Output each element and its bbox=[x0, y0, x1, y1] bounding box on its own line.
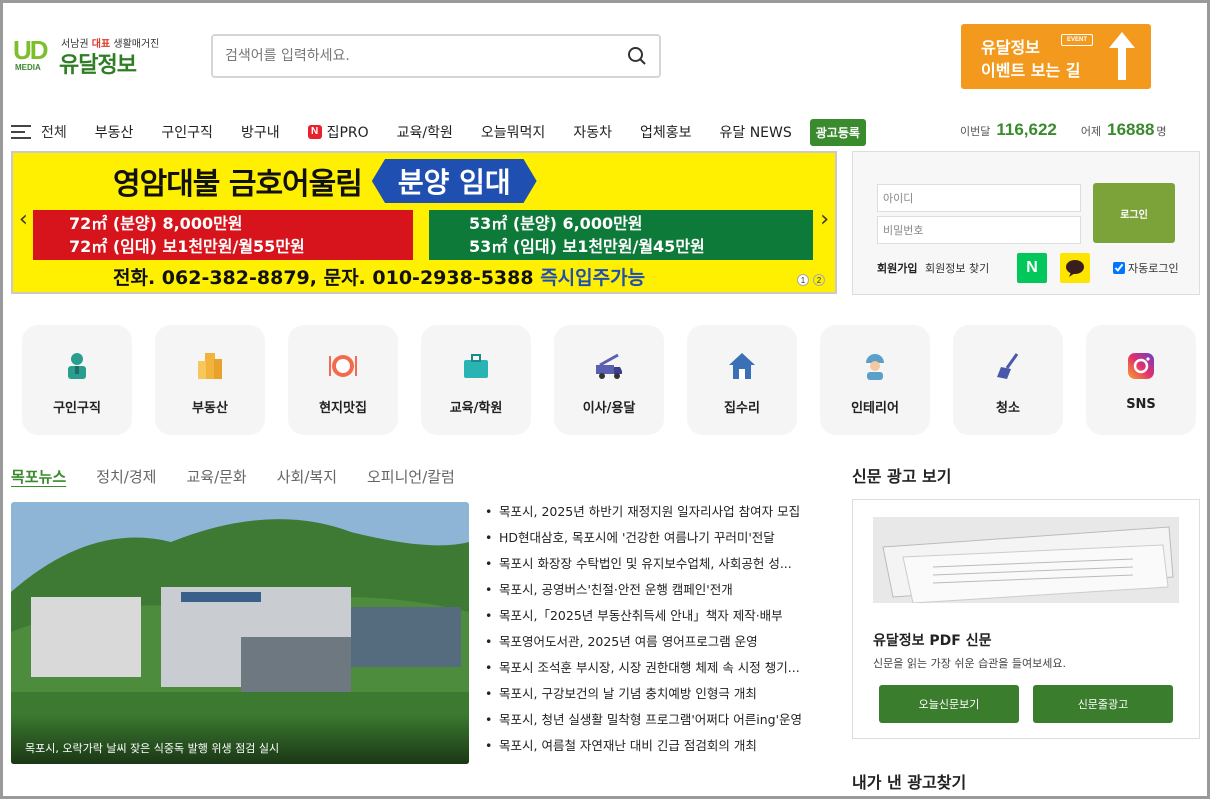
news-item[interactable]: 목포시, 2025년 하반기 재정지원 일자리사업 참여자 모집 bbox=[485, 502, 825, 528]
find-account-link[interactable]: 회원정보 찾기 bbox=[925, 260, 989, 276]
news-item[interactable]: 목포시, 여름철 자연재난 대비 긴급 점검회의 개최 bbox=[485, 736, 825, 762]
news-list: 목포시, 2025년 하반기 재정지원 일자리사업 참여자 모집 HD현대삼호,… bbox=[485, 502, 825, 762]
banner-green-box: 53㎡ (분양) 6,000만원 53㎡ (임대) 보1천만원/월45만원 bbox=[429, 210, 813, 260]
logo-mark: UD bbox=[13, 35, 49, 65]
category-jobs[interactable]: 구인구직 bbox=[22, 325, 132, 435]
news-item[interactable]: 목포시, 구강보건의 날 기념 충치예방 인형극 개최 bbox=[485, 684, 825, 710]
news-featured-photo[interactable]: 목포시, 오락가락 날씨 잦은 식중독 발행 위생 점검 실시 bbox=[11, 502, 469, 764]
nav-item-news[interactable]: 유달 NEWS bbox=[719, 122, 791, 142]
nav-item-business[interactable]: 업체홍보 bbox=[640, 122, 692, 142]
newspaper-image bbox=[873, 517, 1179, 603]
newspaper-box: 유달정보 PDF 신문 신문을 읽는 가장 쉬운 습관을 들여보세요. 오늘신문… bbox=[852, 499, 1200, 739]
news-item[interactable]: 목포시 조석훈 부시장, 시장 권한대행 체제 속 시정 챙기... bbox=[485, 658, 825, 684]
nav-item-food[interactable]: 오늘뭐먹지 bbox=[481, 122, 545, 142]
broom-icon bbox=[997, 353, 1019, 379]
tab-politics[interactable]: 정치/경제 bbox=[96, 466, 156, 487]
newspaper-heading: 유달정보 PDF 신문 bbox=[873, 633, 992, 649]
event-banner[interactable]: 유달정보 EVENT 이벤트 보는 길 bbox=[961, 24, 1151, 89]
kakao-login-icon[interactable] bbox=[1060, 253, 1090, 283]
category-cleaning[interactable]: 청소 bbox=[953, 325, 1063, 435]
banner-next-icon[interactable]: › bbox=[820, 207, 829, 232]
tab-opinion[interactable]: 오피니언/칼럼 bbox=[367, 466, 455, 487]
dish-icon bbox=[329, 355, 357, 377]
ad-register-button[interactable]: 광고등록 bbox=[809, 118, 866, 146]
news-tabs: 목포뉴스 정치/경제 교육/문화 사회/복지 오피니언/칼럼 bbox=[11, 466, 455, 487]
banner-red-box: 72㎡ (분양) 8,000만원 72㎡ (임대) 보1천만원/월55만원 bbox=[33, 210, 413, 260]
auto-login[interactable]: 자동로그인 bbox=[1113, 260, 1179, 276]
banner-contact: 전화. 062-382-8879, 문자. 010-2938-5388 즉시입주… bbox=[113, 267, 646, 289]
instagram-icon bbox=[1128, 353, 1154, 379]
search-icon[interactable] bbox=[627, 46, 647, 66]
newspaper-sub: 신문을 읽는 가장 쉬운 습관을 들여보세요. bbox=[873, 657, 1067, 670]
today-newspaper-button[interactable]: 오늘신문보기 bbox=[879, 685, 1019, 723]
category-interior[interactable]: 인테리어 bbox=[820, 325, 930, 435]
tab-education-culture[interactable]: 교육/문화 bbox=[186, 466, 246, 487]
login-button[interactable]: 로그인 bbox=[1093, 183, 1175, 243]
nav-all[interactable]: 전체 bbox=[41, 122, 67, 142]
join-link[interactable]: 회원가입 bbox=[877, 260, 917, 276]
category-repair[interactable]: 집수리 bbox=[687, 325, 797, 435]
category-sns[interactable]: SNS bbox=[1086, 325, 1196, 435]
tab-mokpo-news[interactable]: 목포뉴스 bbox=[11, 466, 66, 487]
news-photo-caption: 목포시, 오락가락 날씨 잦은 식중독 발행 위생 점검 실시 bbox=[11, 714, 469, 764]
arrow-up-icon bbox=[1109, 32, 1135, 80]
visit-counter: 이번달 116,622 어제 16888 명 bbox=[960, 120, 1167, 140]
nav-item-education[interactable]: 교육/학원 bbox=[397, 122, 453, 142]
banner-title: 영암대불 금호어울림 bbox=[113, 167, 363, 202]
visits-month-count: 116,622 bbox=[996, 120, 1057, 139]
event-line1: 유달정보 bbox=[981, 38, 1040, 57]
visits-month-label: 이번달 bbox=[960, 125, 991, 138]
briefcase-icon bbox=[464, 354, 488, 378]
nav-item-jobs[interactable]: 구인구직 bbox=[161, 122, 213, 142]
category-tiles: 구인구직 부동산 현지맛집 교육/학원 이사/용달 집수리 인테리어 청소 SN… bbox=[22, 325, 1196, 435]
search-box bbox=[211, 34, 661, 78]
event-badge: EVENT bbox=[1061, 34, 1093, 46]
worker-icon bbox=[68, 353, 86, 379]
visits-yesterday-count: 16888 bbox=[1107, 120, 1155, 139]
visits-unit: 명 bbox=[1156, 125, 1167, 138]
house-repair-icon bbox=[729, 353, 755, 379]
nav-item-rooms[interactable]: 방구내 bbox=[241, 122, 280, 142]
banner-page-1[interactable]: 1 bbox=[797, 274, 809, 286]
logo-name: 유달정보 bbox=[59, 53, 137, 78]
tab-society[interactable]: 사회/복지 bbox=[277, 466, 337, 487]
hamburger-menu-icon[interactable] bbox=[11, 124, 33, 140]
password-field[interactable] bbox=[877, 216, 1081, 244]
main-nav: 전체 부동산 구인구직 방구내 N 집PRO 교육/학원 오늘뭐먹지 자동차 업체… bbox=[11, 118, 866, 146]
nav-item-realestate[interactable]: 부동산 bbox=[95, 122, 134, 142]
banner-title-badge: 분양 임대 bbox=[371, 159, 537, 203]
category-realestate[interactable]: 부동산 bbox=[155, 325, 265, 435]
main-banner-slider[interactable]: 영암대불 금호어울림 분양 임대 72㎡ (분양) 8,000만원 72㎡ (임… bbox=[11, 151, 837, 294]
nav-item-car[interactable]: 자동차 bbox=[573, 122, 612, 142]
newspaper-section-title: 신문 광고 보기 bbox=[852, 467, 952, 486]
newspaper-ad-button[interactable]: 신문줄광고 bbox=[1033, 685, 1173, 723]
visits-yesterday-label: 어제 bbox=[1080, 125, 1102, 138]
truck-icon bbox=[596, 353, 622, 379]
auto-login-checkbox[interactable] bbox=[1113, 262, 1125, 274]
my-ad-title: 내가 낸 광고찾기 bbox=[852, 773, 967, 792]
news-item[interactable]: 목포시 화장장 수탁법인 및 유지보수업체, 사회공헌 성... bbox=[485, 554, 825, 580]
news-item[interactable]: 목포영어도서관, 2025년 여름 영어프로그램 운영 bbox=[485, 632, 825, 658]
banner-page-2[interactable]: 2 bbox=[813, 274, 825, 286]
category-education[interactable]: 교육/학원 bbox=[421, 325, 531, 435]
news-item[interactable]: 목포시, 공영버스'친절·안전 운행 캠페인'전개 bbox=[485, 580, 825, 606]
search-input[interactable] bbox=[213, 36, 613, 76]
banner-prev-icon[interactable]: ‹ bbox=[19, 207, 28, 232]
naver-login-icon[interactable]: N bbox=[1017, 253, 1047, 283]
hardhat-worker-icon bbox=[866, 354, 884, 380]
nav-item-jippro[interactable]: N 집PRO bbox=[307, 122, 369, 142]
building-icon bbox=[198, 353, 222, 379]
category-restaurants[interactable]: 현지맛집 bbox=[288, 325, 398, 435]
id-field[interactable] bbox=[877, 184, 1081, 212]
login-box: 로그인 회원가입 회원정보 찾기 N 자동로그인 bbox=[852, 151, 1200, 295]
site-logo[interactable]: UD MEDIA 서남권 대표 생활매거진 유달정보 bbox=[13, 35, 163, 78]
logo-media-text: MEDIA bbox=[15, 63, 41, 72]
n-badge-icon: N bbox=[307, 125, 322, 139]
news-item[interactable]: 목포시, 청년 실생활 밀착형 프로그램'어쩌다 어른ing'운영 bbox=[485, 710, 825, 736]
banner-pagination: 1 2 bbox=[797, 274, 825, 286]
category-moving[interactable]: 이사/용달 bbox=[554, 325, 664, 435]
news-item[interactable]: 목포시,「2025년 부동산취득세 안내」책자 제작·배부 bbox=[485, 606, 825, 632]
event-line2: 이벤트 보는 길 bbox=[981, 61, 1081, 80]
news-item[interactable]: HD현대삼호, 목포시에 '건강한 여름나기 꾸러미'전달 bbox=[485, 528, 825, 554]
